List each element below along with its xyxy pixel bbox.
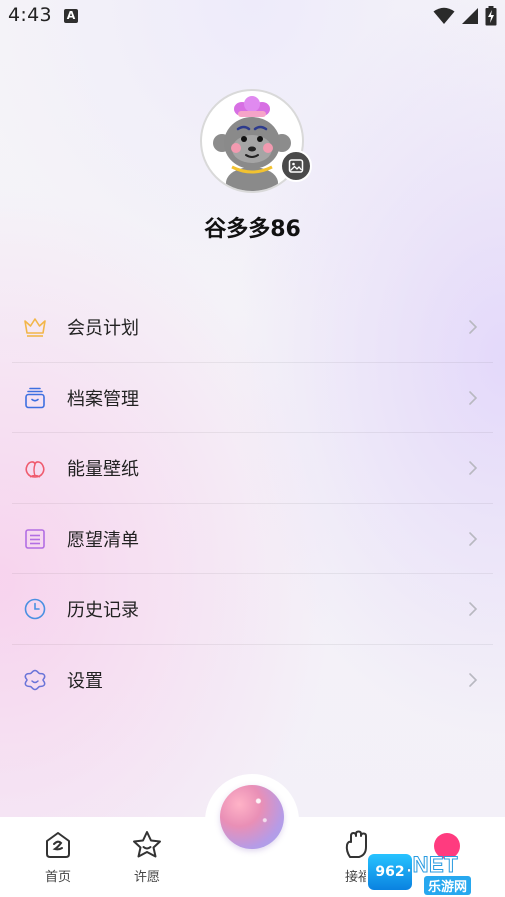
- menu-item-wishlist[interactable]: 愿望清单: [0, 504, 505, 575]
- menu-item-archives[interactable]: 档案管理: [0, 363, 505, 434]
- menu-item-membership[interactable]: 会员计划: [0, 292, 505, 363]
- list-icon: [23, 527, 47, 551]
- watermark-bottom-text: 乐游网: [424, 876, 472, 895]
- chevron-right-icon: [467, 672, 479, 688]
- menu-item-settings[interactable]: 设置: [0, 645, 505, 716]
- clock-icon: [23, 597, 47, 621]
- menu-item-label: 设置: [67, 670, 103, 692]
- battery-charging-icon: [485, 6, 497, 26]
- watermark-top-text: .NET: [405, 852, 459, 878]
- menu-item-history[interactable]: 历史记录: [0, 574, 505, 645]
- peach-icon: [23, 456, 47, 480]
- menu-item-label: 历史记录: [67, 600, 139, 622]
- profile-screen: 4:43 A 谷多多86 会员计划 档案管理 能量壁纸 愿望清单 历史记录 设置…: [0, 0, 505, 897]
- a-box-icon: A: [64, 9, 78, 23]
- menu-item-label: 会员计划: [67, 318, 139, 340]
- status-time: 4:43: [8, 4, 52, 26]
- home-icon: [42, 829, 74, 861]
- status-bar: 4:43 A: [0, 0, 505, 34]
- chevron-right-icon: [467, 460, 479, 476]
- settings-flower-icon: [23, 668, 47, 692]
- star-icon: [131, 829, 163, 861]
- nav-item-home[interactable]: 首页: [28, 829, 88, 885]
- cellular-signal-icon: [462, 8, 478, 24]
- nav-label: 首页: [44, 870, 71, 885]
- username: 谷多多86: [204, 217, 301, 242]
- chevron-right-icon: [467, 319, 479, 335]
- image-icon: [288, 159, 304, 173]
- wifi-icon: [433, 7, 455, 24]
- crown-icon: [23, 315, 47, 339]
- archive-box-icon: [23, 386, 47, 410]
- menu-item-wallpaper[interactable]: 能量壁纸: [0, 433, 505, 504]
- menu-item-label: 能量壁纸: [67, 459, 139, 481]
- watermark: 962 .NET 乐游网: [366, 852, 502, 896]
- chevron-right-icon: [467, 531, 479, 547]
- chevron-right-icon: [467, 601, 479, 617]
- chevron-right-icon: [467, 390, 479, 406]
- center-orb-button[interactable]: [220, 785, 284, 849]
- nav-item-wish[interactable]: 许愿: [117, 829, 177, 885]
- change-avatar-button[interactable]: [280, 150, 312, 182]
- menu-item-label: 档案管理: [67, 388, 139, 410]
- nav-label: 许愿: [133, 870, 160, 885]
- profile-menu: 会员计划 档案管理 能量壁纸 愿望清单 历史记录 设置: [0, 292, 505, 715]
- menu-item-label: 愿望清单: [67, 529, 139, 551]
- status-icons: [433, 6, 497, 26]
